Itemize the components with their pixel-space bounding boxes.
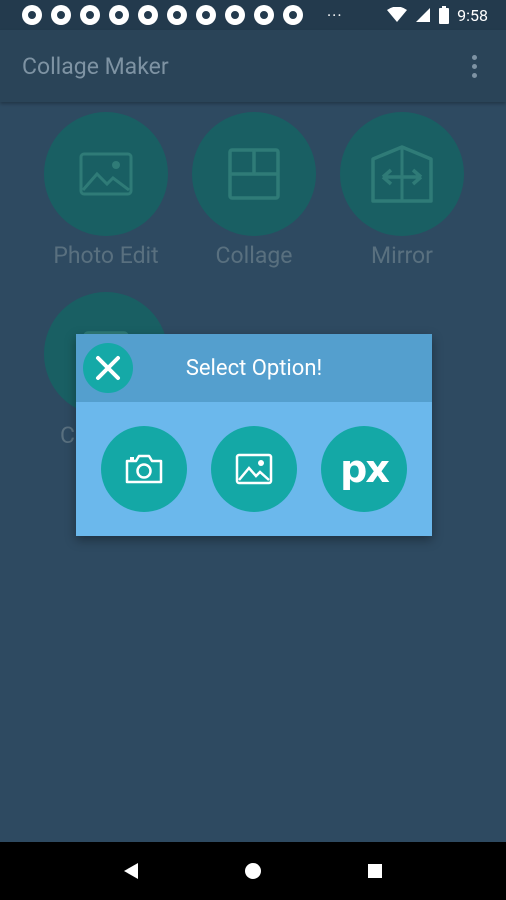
chrome-icon [196, 5, 216, 25]
camera-icon [125, 454, 163, 484]
status-time: 9:58 [457, 5, 488, 25]
tile-label: Photo Edit [53, 242, 159, 269]
chrome-icon [254, 5, 274, 25]
tile-label: Collage [215, 242, 293, 269]
back-icon[interactable] [122, 861, 140, 881]
home-icon[interactable] [243, 861, 263, 881]
notification-icons [22, 5, 303, 25]
battery-icon [439, 6, 450, 24]
tile-label: Mirror [371, 242, 433, 269]
navigation-bar [0, 842, 506, 900]
gallery-button[interactable] [211, 426, 297, 512]
app-bar: Collage Maker [0, 30, 506, 102]
chrome-icon [283, 5, 303, 25]
pixabay-icon: px [340, 447, 390, 491]
mirror-icon [371, 145, 433, 203]
tile-mirror[interactable]: Mirror [340, 112, 464, 269]
signal-icon [416, 8, 431, 22]
recents-icon[interactable] [366, 862, 384, 880]
image-icon [79, 152, 133, 196]
chrome-icon [22, 5, 42, 25]
chrome-icon [138, 5, 158, 25]
tile-collage[interactable]: Collage [192, 112, 316, 269]
collage-circle[interactable] [192, 112, 316, 236]
dialog-body: px [76, 402, 432, 536]
wifi-icon [387, 7, 408, 22]
camera-button[interactable] [101, 426, 187, 512]
tile-photo-edit[interactable]: Photo Edit [44, 112, 168, 269]
chrome-icon [80, 5, 100, 25]
more-vert-icon[interactable] [464, 51, 484, 81]
chrome-icon [51, 5, 71, 25]
mirror-circle[interactable] [340, 112, 464, 236]
dialog-header: Select Option! [76, 334, 432, 402]
more-notifications-indicator: ··· [327, 5, 343, 25]
status-bar: ··· 9:58 [0, 0, 506, 30]
system-status: 9:58 [387, 6, 488, 25]
chrome-icon [225, 5, 245, 25]
close-icon [96, 356, 120, 380]
tile-label: C [60, 422, 75, 449]
gallery-icon [235, 453, 273, 485]
close-button[interactable] [83, 343, 133, 393]
pixabay-button[interactable]: px [321, 426, 407, 512]
chrome-icon [167, 5, 187, 25]
select-option-dialog: Select Option! px [76, 334, 432, 536]
grid-icon [228, 148, 280, 200]
app-title: Collage Maker [22, 52, 169, 80]
photo-edit-circle[interactable] [44, 112, 168, 236]
chrome-icon [109, 5, 129, 25]
